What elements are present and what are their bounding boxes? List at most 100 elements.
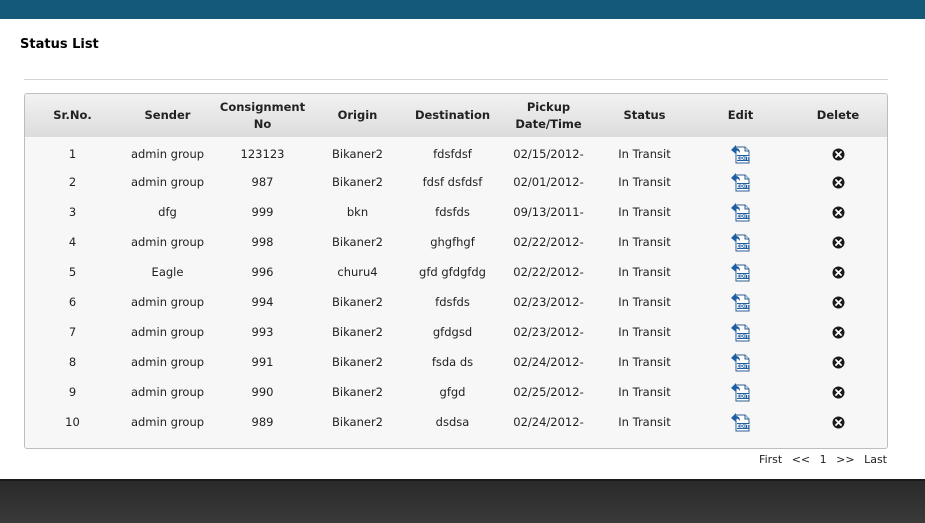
cell-pickup: 09/13/2011-: [513, 205, 584, 219]
edit-document-icon[interactable]: EDIT: [730, 172, 752, 192]
edit-document-icon[interactable]: EDIT: [730, 262, 752, 282]
close-circle-icon[interactable]: [832, 326, 845, 339]
edit-document-icon[interactable]: EDIT: [730, 144, 752, 164]
table-row: 4 admin group 998 Bikaner2 ghgfhgf 02/22/2012…: [25, 227, 887, 257]
edit-document-icon[interactable]: EDIT: [730, 232, 752, 252]
pagination-first-link[interactable]: First: [759, 453, 782, 466]
cell-destination: fdsf dsfdsf: [422, 175, 483, 189]
cell-delete: [789, 167, 887, 197]
cell-delete: [789, 197, 887, 227]
header-delete: Delete: [789, 94, 887, 137]
close-circle-icon[interactable]: [832, 266, 845, 279]
pagination-next-link[interactable]: >>: [836, 453, 854, 466]
cell-delete: [789, 287, 887, 317]
cell-sr: 10: [65, 415, 80, 429]
header-destination: Destination: [405, 94, 500, 137]
table-row: 10 admin group 989 Bikaner2 dsdsa 02/24/2012-…: [25, 407, 887, 437]
cell-status: In Transit: [618, 355, 671, 369]
cell-sender: admin group: [130, 175, 205, 189]
edit-icon-text: EDIT: [736, 244, 749, 250]
edit-icon-text: EDIT: [736, 274, 749, 280]
cell-pickup: 02/23/2012-: [513, 295, 584, 309]
cell-pickup: 02/22/2012-: [513, 265, 584, 279]
cell-consignment: 989: [251, 415, 274, 429]
close-circle-icon[interactable]: [832, 176, 845, 189]
cell-sr: 5: [68, 265, 77, 279]
header-consignment-line1: Consignment: [219, 99, 306, 114]
cell-origin: Bikaner2: [332, 295, 383, 309]
cell-origin: Bikaner2: [332, 235, 383, 249]
close-circle-icon[interactable]: [832, 206, 845, 219]
table-row: 5 Eagle 996 churu4 gfd gfdgfdg 02/22/2012- In …: [25, 257, 887, 287]
cell-origin: Bikaner2: [332, 175, 383, 189]
cell-delete: [789, 347, 887, 377]
cell-delete: [789, 137, 887, 167]
cell-origin: Bikaner2: [332, 415, 383, 429]
edit-document-icon[interactable]: EDIT: [730, 412, 752, 432]
header-consignment-line2: No: [253, 116, 272, 131]
header-consignment-no: Consignment No: [215, 94, 310, 137]
cell-edit: EDIT: [692, 197, 789, 227]
status-table: Sr.No. Sender Consignment No Origin Dest…: [25, 94, 887, 437]
close-circle-icon[interactable]: [832, 296, 845, 309]
edit-document-icon[interactable]: EDIT: [730, 322, 752, 342]
cell-sender: admin group: [130, 295, 205, 309]
cell-delete: [789, 407, 887, 437]
cell-destination: fsda ds: [431, 355, 474, 369]
page-title: Status List: [20, 37, 99, 52]
pagination-current-page[interactable]: 1: [820, 453, 827, 466]
header-sr-no: Sr.No.: [25, 94, 120, 137]
cell-pickup: 02/25/2012-: [513, 385, 584, 399]
edit-document-icon[interactable]: EDIT: [730, 352, 752, 372]
cell-delete: [789, 377, 887, 407]
cell-edit: EDIT: [692, 137, 789, 167]
cell-consignment: 999: [251, 205, 274, 219]
cell-origin: churu4: [337, 265, 378, 279]
close-circle-icon[interactable]: [832, 236, 845, 249]
cell-origin: Bikaner2: [332, 325, 383, 339]
cell-sender: Eagle: [151, 265, 184, 279]
close-circle-icon[interactable]: [832, 356, 845, 369]
cell-delete: [789, 317, 887, 347]
cell-edit: EDIT: [692, 167, 789, 197]
table-row: 7 admin group 993 Bikaner2 gfdgsd 02/23/2012-…: [25, 317, 887, 347]
edit-icon-text: EDIT: [736, 156, 749, 162]
pagination: First << 1 >> Last: [759, 453, 887, 466]
cell-destination: fdsfds: [435, 205, 470, 219]
cell-sender: admin group: [130, 325, 205, 339]
cell-pickup: 02/15/2012-: [513, 146, 584, 161]
cell-sr: 8: [68, 355, 77, 369]
cell-sender: dfg: [158, 205, 177, 219]
cell-delete: [789, 227, 887, 257]
cell-destination: gfdgsd: [432, 325, 473, 339]
edit-document-icon[interactable]: EDIT: [730, 382, 752, 402]
edit-document-icon[interactable]: EDIT: [730, 202, 752, 222]
cell-consignment: 996: [251, 265, 274, 279]
cell-status: In Transit: [618, 295, 671, 309]
cell-consignment: 998: [251, 235, 274, 249]
cell-edit: EDIT: [692, 377, 789, 407]
pagination-last-link[interactable]: Last: [864, 453, 887, 466]
cell-pickup: 02/24/2012-: [513, 415, 584, 429]
cell-status: In Transit: [618, 385, 671, 399]
cell-destination: fdsfds: [435, 295, 470, 309]
close-circle-icon[interactable]: [832, 148, 845, 161]
cell-status: In Transit: [618, 175, 671, 189]
cell-sender: admin group: [130, 235, 205, 249]
cell-consignment: 987: [251, 175, 274, 189]
cell-origin: Bikaner2: [332, 355, 383, 369]
close-circle-icon[interactable]: [832, 386, 845, 399]
close-circle-icon[interactable]: [832, 416, 845, 429]
pagination-prev-link[interactable]: <<: [792, 453, 810, 466]
cell-destination: fdsfdsf: [433, 146, 472, 161]
cell-status: In Transit: [618, 235, 671, 249]
edit-icon-text: EDIT: [736, 214, 749, 220]
edit-document-icon[interactable]: EDIT: [730, 292, 752, 312]
title-divider: [24, 79, 888, 80]
cell-sr: 2: [68, 175, 77, 189]
header-origin: Origin: [310, 94, 405, 137]
cell-edit: EDIT: [692, 347, 789, 377]
edit-icon-text: EDIT: [736, 364, 749, 370]
cell-status: In Transit: [618, 205, 671, 219]
cell-edit: EDIT: [692, 407, 789, 437]
